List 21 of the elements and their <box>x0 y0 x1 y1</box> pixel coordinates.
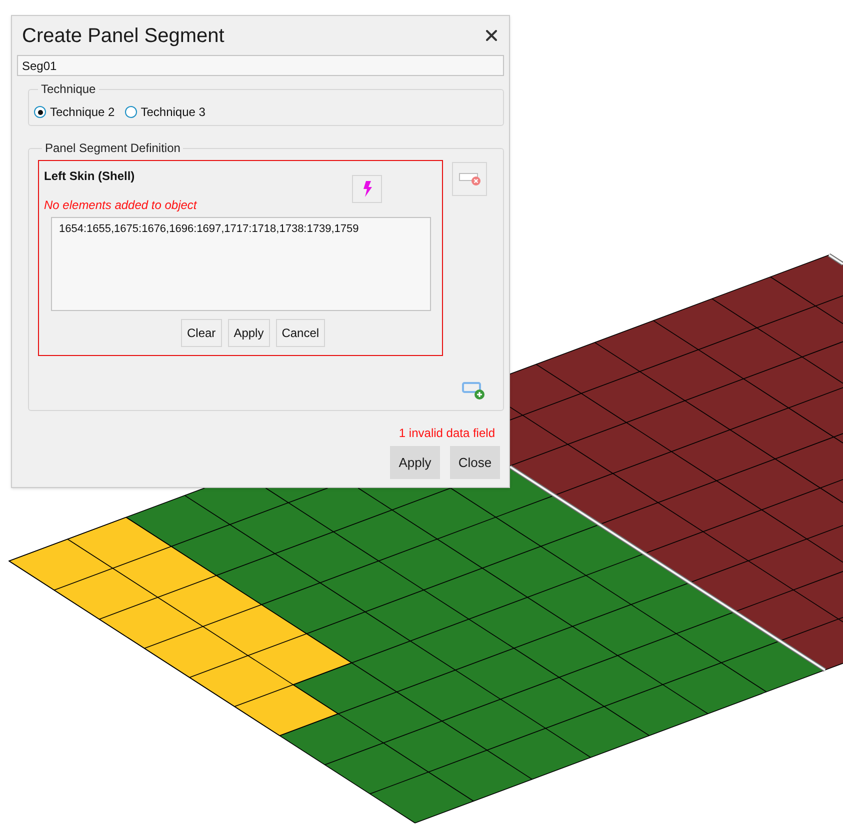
dialog-title: Create Panel Segment <box>22 24 224 48</box>
remove-object-button[interactable] <box>452 162 487 196</box>
lightning-icon <box>362 181 372 197</box>
object-title: Left Skin (Shell) <box>44 169 136 183</box>
group-label: Technique <box>40 82 97 96</box>
technique-option[interactable]: Technique 3 <box>124 105 206 119</box>
rectangle-x-icon <box>458 172 480 186</box>
validation-message: 1 invalid data field <box>398 426 495 440</box>
elements-field[interactable]: 1654:1655,1675:1676,1696:1697,1717:1718,1738:1739,1759 <box>51 217 431 311</box>
rectangle-plus-icon[interactable] <box>462 382 485 400</box>
apply-button[interactable]: Apply <box>228 319 270 347</box>
close-icon[interactable] <box>486 30 497 41</box>
cancel-button[interactable]: Cancel <box>276 319 326 347</box>
close-button[interactable]: Close <box>450 446 500 479</box>
apply-button[interactable]: Apply <box>390 446 440 479</box>
error-message: No elements added to object <box>44 198 197 212</box>
technique-option[interactable]: Technique 2 <box>34 105 115 119</box>
clear-button[interactable]: Clear <box>181 319 222 347</box>
name-field[interactable]: Seg01 <box>17 55 504 76</box>
lightning-button[interactable] <box>352 175 382 203</box>
group-label: Panel Segment Definition <box>44 141 182 155</box>
